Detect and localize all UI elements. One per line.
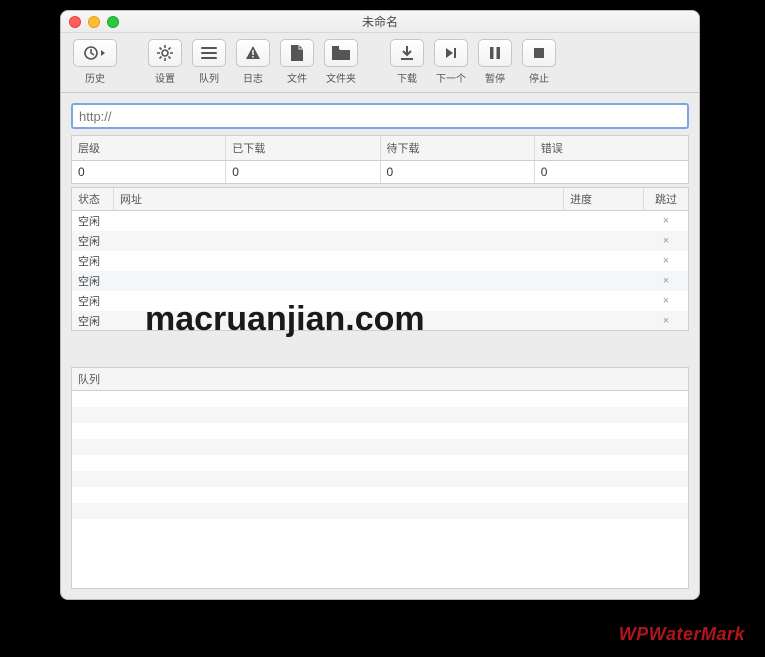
stop-button[interactable]: 停止 xyxy=(519,39,559,85)
zoom-icon[interactable] xyxy=(107,16,119,28)
queue-button[interactable]: 队列 xyxy=(189,39,229,85)
table-row[interactable]: 空闲 × xyxy=(72,251,688,271)
downloaded-value: 0 xyxy=(226,161,380,183)
progress-cell xyxy=(564,279,644,283)
url-header: 网址 xyxy=(114,188,564,210)
table-row[interactable]: 空闲 × xyxy=(72,231,688,251)
downloaded-header: 已下载 xyxy=(226,136,380,160)
clock-icon xyxy=(83,45,107,61)
file-icon xyxy=(290,45,304,61)
queue-row xyxy=(72,423,688,439)
skip-cell[interactable]: × xyxy=(644,293,688,309)
url-cell xyxy=(114,299,564,303)
stats-values: 0 0 0 0 xyxy=(71,160,689,184)
window-controls xyxy=(69,16,119,28)
queue-row xyxy=(72,519,688,535)
progress-cell xyxy=(564,219,644,223)
download-button[interactable]: 下载 xyxy=(387,39,427,85)
status-header: 状态 xyxy=(72,188,114,210)
table-row[interactable]: 空闲 × xyxy=(72,311,688,331)
queue-row xyxy=(72,455,688,471)
progress-header: 进度 xyxy=(564,188,644,210)
window-title: 未命名 xyxy=(362,13,398,30)
table-row[interactable]: 空闲 × xyxy=(72,271,688,291)
pending-value: 0 xyxy=(381,161,535,183)
watermark-corner: WPWaterMark xyxy=(619,624,745,645)
errors-header: 错误 xyxy=(535,136,688,160)
folder-button[interactable]: 文件夹 xyxy=(321,39,361,85)
stats-header: 层级 已下载 待下载 错误 xyxy=(71,135,689,160)
url-input[interactable] xyxy=(71,103,689,129)
url-cell xyxy=(114,239,564,243)
list-icon xyxy=(201,46,217,60)
download-icon xyxy=(399,45,415,61)
level-header: 层级 xyxy=(72,136,226,160)
errors-value: 0 xyxy=(535,161,688,183)
close-icon[interactable] xyxy=(69,16,81,28)
progress-cell xyxy=(564,259,644,263)
url-cell xyxy=(114,279,564,283)
log-button[interactable]: 日志 xyxy=(233,39,273,85)
gear-icon xyxy=(156,44,174,62)
queue-header: 队列 xyxy=(72,368,688,390)
titlebar: 未命名 xyxy=(61,11,699,33)
level-value: 0 xyxy=(72,161,226,183)
history-button[interactable]: 历史 xyxy=(71,39,119,85)
queue-row xyxy=(72,391,688,407)
settings-button[interactable]: 设置 xyxy=(145,39,185,85)
pause-button[interactable]: 暂停 xyxy=(475,39,515,85)
skip-cell[interactable]: × xyxy=(644,253,688,269)
toolbar: 历史 设置 队列 日志 文件 文件夹 xyxy=(61,33,699,93)
next-button[interactable]: 下一个 xyxy=(431,39,471,85)
queue-row xyxy=(72,487,688,503)
status-cell: 空闲 xyxy=(72,251,114,271)
url-cell xyxy=(114,259,564,263)
table-row[interactable]: 空闲 × xyxy=(72,291,688,311)
app-window: 未命名 历史 设置 队列 日志 xyxy=(60,10,700,600)
status-cell: 空闲 xyxy=(72,231,114,251)
skip-cell[interactable]: × xyxy=(644,233,688,249)
progress-cell xyxy=(564,239,644,243)
url-cell xyxy=(114,219,564,223)
status-cell: 空闲 xyxy=(72,311,114,331)
progress-cell xyxy=(564,319,644,323)
progress-cell xyxy=(564,299,644,303)
list-body: 空闲 × 空闲 × 空闲 × 空闲 × 空闲 × 空闲 × xyxy=(71,211,689,331)
status-cell: 空闲 xyxy=(72,291,114,311)
list-header: 状态 网址 进度 跳过 xyxy=(71,187,689,211)
status-cell: 空闲 xyxy=(72,211,114,231)
queue-row xyxy=(72,407,688,423)
queue-row xyxy=(72,439,688,455)
stop-icon xyxy=(533,47,545,59)
pause-icon xyxy=(489,46,501,60)
skip-header: 跳过 xyxy=(644,188,688,210)
skip-cell[interactable]: × xyxy=(644,213,688,229)
table-row[interactable]: 空闲 × xyxy=(72,211,688,231)
warning-icon xyxy=(245,45,261,61)
skip-cell[interactable]: × xyxy=(644,273,688,289)
file-button[interactable]: 文件 xyxy=(277,39,317,85)
queue-row xyxy=(72,471,688,487)
content-area: 层级 已下载 待下载 错误 0 0 0 0 状态 网址 进度 跳过 空闲 × 空闲 ×… xyxy=(61,93,699,599)
folder-icon xyxy=(332,46,350,60)
status-cell: 空闲 xyxy=(72,271,114,291)
queue-body xyxy=(71,391,689,589)
minimize-icon[interactable] xyxy=(88,16,100,28)
skip-cell[interactable]: × xyxy=(644,313,688,329)
pending-header: 待下载 xyxy=(381,136,535,160)
queue-row xyxy=(72,503,688,519)
queue-header-row: 队列 xyxy=(71,367,689,391)
next-icon xyxy=(444,46,458,60)
url-cell xyxy=(114,319,564,323)
